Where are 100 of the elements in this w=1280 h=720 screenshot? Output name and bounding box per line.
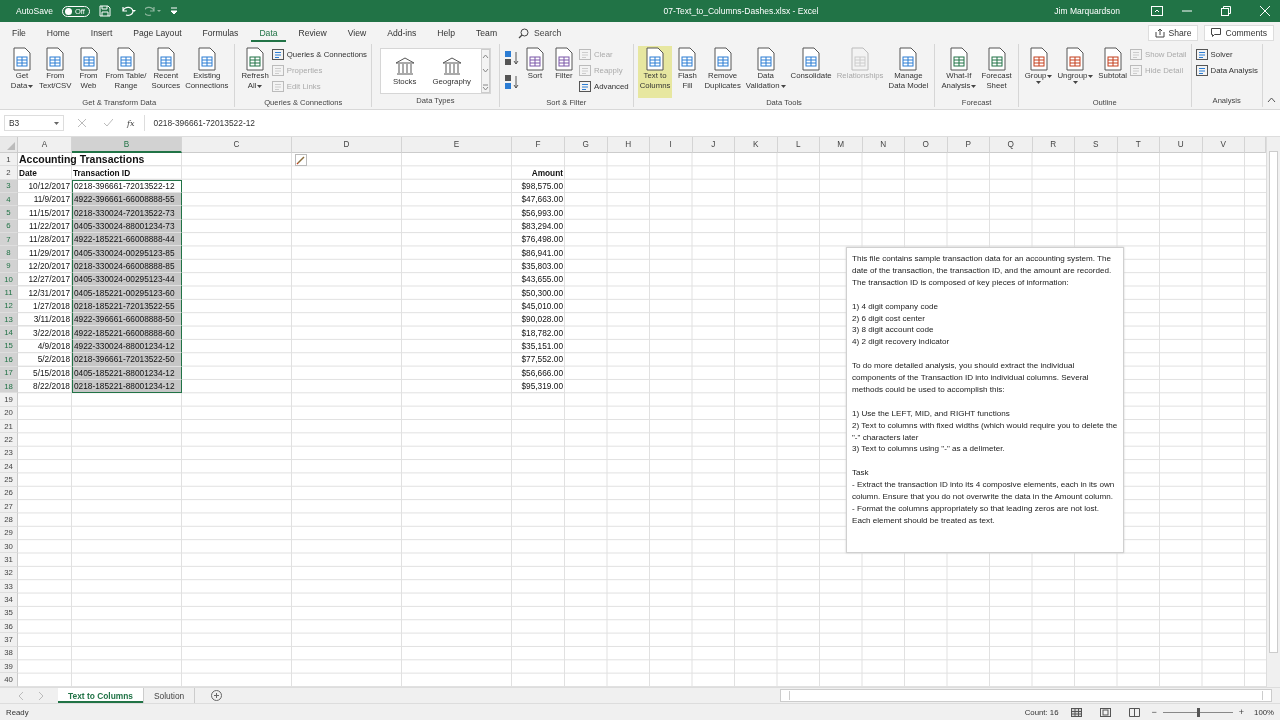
- list-icon: [1195, 65, 1208, 76]
- column-header[interactable]: R: [1032, 137, 1075, 153]
- caret-icon: [28, 84, 34, 88]
- table-cell: $95,319.00: [512, 379, 565, 394]
- insert-function-button[interactable]: fx: [127, 118, 135, 128]
- column-header[interactable]: E: [402, 137, 512, 153]
- text-box-line: - Format the columns appropriately so that leading zeros are not lost. Each element should be treated as text.: [852, 502, 1100, 527]
- text-box-line: 3) 8 digit account code: [852, 324, 935, 337]
- column-header[interactable]: G: [565, 137, 608, 153]
- menu-tab[interactable]: Team: [468, 24, 506, 42]
- menu-tab[interactable]: Help: [429, 24, 464, 42]
- table-cell: $35,803.00: [512, 259, 565, 274]
- collapse-icon[interactable]: [1267, 97, 1276, 103]
- list-icon: [578, 49, 591, 60]
- text-box-line: 3) Text to columns using "-" as a delimeter.: [852, 443, 1006, 456]
- text-box-line: 4) 2 digit recovery indicator: [852, 336, 951, 349]
- column-header[interactable]: O: [905, 137, 948, 153]
- menu-tab[interactable]: Page Layout: [125, 24, 190, 42]
- caret-icon: [1072, 81, 1078, 84]
- redo-icon[interactable]: [144, 5, 161, 17]
- column-header[interactable]: V: [1202, 137, 1245, 153]
- page-layout-icon[interactable]: [1099, 707, 1111, 717]
- undo-icon[interactable]: [119, 5, 136, 17]
- restore-icon[interactable]: [1221, 6, 1231, 16]
- paintbrush-icon[interactable]: [295, 154, 307, 166]
- name-box[interactable]: B3: [4, 115, 64, 131]
- table-cell: $76,498.00: [512, 233, 565, 247]
- zoom-out-button[interactable]: −: [1151, 707, 1157, 717]
- column-header[interactable]: U: [1160, 137, 1203, 153]
- column-header[interactable]: Q: [990, 137, 1033, 153]
- save-icon[interactable]: [98, 5, 111, 17]
- column-header[interactable]: N: [862, 137, 905, 153]
- menu-tab[interactable]: Add-ins: [379, 24, 425, 42]
- sheet-icon: [77, 47, 100, 71]
- column-header[interactable]: B: [72, 137, 182, 153]
- menu-tab[interactable]: Home: [38, 24, 78, 42]
- window-title: 07-Text_to_Columns-Dashes.xlsx - Excel: [662, 6, 820, 16]
- sheet-tab[interactable]: Text to Columns: [58, 688, 144, 703]
- sheet-icon: [1064, 47, 1087, 71]
- list-icon: [271, 65, 284, 76]
- scroll-thumb[interactable]: [789, 691, 1263, 700]
- column-header[interactable]: K: [735, 137, 778, 153]
- sheet-icon: [676, 47, 699, 71]
- sheet-icon: [800, 47, 823, 71]
- menu-tab[interactable]: File: [4, 24, 34, 42]
- sort-descending-icon[interactable]: [503, 74, 520, 90]
- sheet-icon: [154, 47, 177, 71]
- table-cell: 0405-330024-00295123-85: [72, 246, 182, 260]
- column-header[interactable]: S: [1075, 137, 1118, 153]
- formula-field[interactable]: 0218-396661-72013522-12: [144, 115, 1272, 131]
- caret-icon: [54, 121, 59, 125]
- column-header[interactable]: F: [512, 137, 565, 153]
- menu-tab[interactable]: Data: [251, 24, 286, 42]
- column-header[interactable]: I: [650, 137, 693, 153]
- sort-ascending-icon[interactable]: [503, 50, 520, 66]
- table-cell: 4922-396661-66008888-55: [72, 193, 182, 207]
- column-header[interactable]: T: [1117, 137, 1160, 153]
- column-header[interactable]: L: [777, 137, 820, 153]
- list-icon: [271, 81, 284, 92]
- search-field[interactable]: Search: [518, 27, 562, 39]
- list-icon: [578, 65, 591, 76]
- gallery-scroll-icon[interactable]: [480, 49, 490, 93]
- column-header[interactable]: D: [292, 137, 402, 153]
- caret-icon: [971, 84, 977, 88]
- close-icon[interactable]: [1260, 6, 1270, 16]
- customize-icon[interactable]: [169, 7, 178, 15]
- menu-tab[interactable]: Formulas: [194, 24, 247, 42]
- table-cell: 4922-396661-66008888-50: [72, 313, 182, 327]
- menu-tab[interactable]: Review: [290, 24, 335, 42]
- column-label: Amount: [512, 166, 565, 180]
- table-cell: $86,941.00: [512, 246, 565, 260]
- text-box-line: This file contains sample transaction data for an accounting system. The date of the transaction, the transaction ID, and the amount are recorded. The transaction ID is composed of key pieces of information:: [852, 253, 1113, 289]
- comments-button[interactable]: Comments: [1204, 25, 1274, 41]
- menu-tab[interactable]: Insert: [82, 24, 121, 42]
- column-header[interactable]: J: [692, 137, 735, 153]
- user-name[interactable]: Jim Marquardson: [1054, 6, 1120, 16]
- ribbon-display-icon[interactable]: [1151, 6, 1163, 16]
- sheet-icon: [244, 47, 267, 71]
- check-icon[interactable]: [104, 119, 113, 127]
- share-button[interactable]: Share: [1147, 25, 1199, 41]
- sheet-icon: [195, 47, 218, 71]
- list-icon: [1195, 49, 1208, 60]
- column-header[interactable]: P: [947, 137, 990, 153]
- table-cell: $45,010.00: [512, 299, 565, 314]
- column-header[interactable]: C: [182, 137, 292, 153]
- column-header[interactable]: H: [607, 137, 650, 153]
- horizontal-scrollbar[interactable]: [780, 689, 1272, 702]
- normal-view-icon[interactable]: [1070, 707, 1082, 717]
- sheet-icon: [644, 47, 667, 71]
- caret-icon: [257, 84, 263, 88]
- scroll-thumb[interactable]: [1269, 151, 1278, 653]
- column-header[interactable]: M: [820, 137, 863, 153]
- zoom-in-button[interactable]: +: [1238, 707, 1245, 717]
- vertical-scrollbar[interactable]: [1266, 137, 1280, 687]
- add-sheet-icon[interactable]: [211, 690, 223, 701]
- page-break-icon[interactable]: [1128, 707, 1140, 717]
- zoom-slider[interactable]: [1196, 707, 1200, 717]
- menu-tab[interactable]: View: [339, 24, 375, 42]
- sheet-icon: [985, 47, 1008, 71]
- column-header[interactable]: A: [18, 137, 72, 153]
